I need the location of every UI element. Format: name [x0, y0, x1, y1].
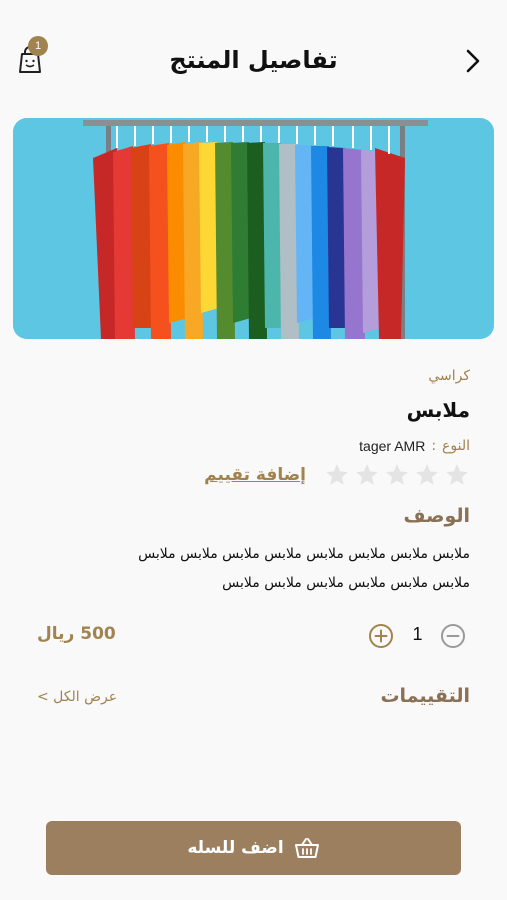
decrease-quantity-button[interactable] [440, 623, 466, 649]
reviews-title: التقييمات [380, 685, 470, 707]
star-icon[interactable] [324, 462, 350, 488]
star-icon[interactable] [414, 462, 440, 488]
app-header: 1 تفاصيل المنتج [0, 36, 507, 86]
description-line: ملابس ملابس ملابس ملابس ملابس ملابس [222, 575, 470, 591]
page-title: تفاصيل المنتج [169, 46, 338, 74]
type-label: النوع [442, 438, 470, 454]
product-category: كراسي [428, 368, 470, 384]
chevron-right-icon [466, 49, 480, 73]
view-all-reviews-link[interactable]: عرض الكل > [37, 689, 117, 705]
add-to-cart-label: اضف للسله [187, 838, 284, 858]
star-icon[interactable] [384, 462, 410, 488]
product-name: ملابس [406, 398, 470, 422]
description-line: ملابس ملابس ملابس ملابس ملابس ملابس ملاب… [138, 546, 470, 562]
product-price: 500 ريال [37, 624, 116, 644]
description-title: الوصف [403, 505, 470, 527]
add-to-cart-button[interactable]: اضف للسله [46, 821, 461, 875]
quantity-value: 1 [412, 624, 423, 644]
basket-icon [294, 838, 319, 858]
back-button[interactable] [461, 48, 485, 74]
rating-row: إضافة تقييم [204, 462, 470, 488]
description-text: ملابس ملابس ملابس ملابس ملابس ملابس ملاب… [40, 540, 470, 598]
product-type-row: النوع : tager AMR [359, 438, 470, 454]
increase-quantity-button[interactable] [368, 623, 394, 649]
star-icon[interactable] [354, 462, 380, 488]
type-value: tager AMR [359, 438, 426, 454]
product-image [13, 118, 494, 339]
minus-circle-icon [441, 624, 465, 648]
quantity-price-row: 500 ريال 1 [0, 620, 507, 652]
type-separator: : [431, 438, 437, 454]
clothes-rack-photo [13, 118, 494, 339]
add-rating-link[interactable]: إضافة تقييم [204, 465, 306, 485]
star-icon[interactable] [444, 462, 470, 488]
plus-circle-icon [369, 624, 393, 648]
